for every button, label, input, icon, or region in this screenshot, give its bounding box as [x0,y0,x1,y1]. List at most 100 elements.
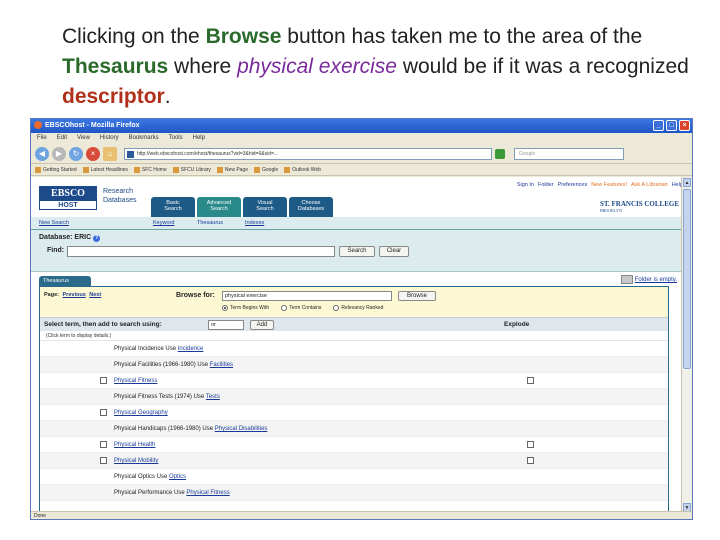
browse-button[interactable]: Browse [398,291,436,301]
term-link[interactable]: Physical Geography [114,410,168,416]
browser-window: EBSCOhost - Mozilla Firefox _ □ × File Ed… [30,118,693,520]
explode-checkbox[interactable] [527,441,534,448]
stop-button[interactable]: × [86,146,100,161]
ebsco-logo[interactable]: EBSCO HOST [39,186,97,210]
sign-in-link[interactable]: Sign In [517,182,534,188]
term-link[interactable]: Tests [206,394,220,400]
menu-bar: File Edit View History Bookmarks Tools Help [31,133,692,144]
term-link[interactable]: Physical Mobility [114,458,158,464]
clear-button[interactable]: Clear [379,246,409,257]
menu-item[interactable]: Bookmarks [129,133,159,144]
menu-item[interactable]: Tools [169,133,183,144]
explode-checkbox[interactable] [527,377,534,384]
term-row: Physical Handicaps (1966-1980) Use Physi… [40,421,668,437]
browser-search-input[interactable]: Google [514,147,624,160]
bookmark-item[interactable]: New Page [217,164,248,175]
radio-relevancy[interactable]: Relevancy Ranked [333,305,383,311]
find-input[interactable] [67,246,335,257]
term-row: Physical Fitness Tests (1974) Use Tests [40,389,668,405]
term-checkbox[interactable] [100,457,107,464]
top-links: Sign In Folder Preferences New Features!… [517,182,683,188]
term-link[interactable]: Facilities [210,362,233,368]
menu-item[interactable]: History [100,133,119,144]
maximize-button[interactable]: □ [666,120,677,131]
caption-text-3: where [168,55,238,78]
help-icon[interactable]: ? [93,235,101,242]
caption-text-1: Clicking on the [62,25,206,48]
new-search-link[interactable]: New Search [39,217,69,230]
term-link[interactable]: Incidence [178,346,204,352]
bookmark-item[interactable]: Google [254,164,278,175]
caption-thesaurus: Thesaurus [62,55,169,78]
add-button[interactable]: Add [250,320,274,330]
term-row: Physical Geography [40,405,668,421]
explode-header: Explode [504,321,530,328]
site-favicon [127,150,134,158]
folder-empty-link[interactable]: Folder is empty. [621,275,677,284]
radio-term-begins[interactable]: Term Begins With [222,305,269,311]
vertical-scrollbar[interactable]: ▲ ▼ [681,177,692,513]
home-button[interactable]: ⌂ [103,146,117,161]
forward-button[interactable]: ▶ [52,146,66,161]
term-text: Physical Performance Use Physical Fitnes… [114,485,230,501]
term-row: Physical Fitness [40,373,668,389]
term-list: Physical Incidence Use Incidence Physical… [40,341,668,501]
menu-item[interactable]: View [77,133,90,144]
term-link[interactable]: Physical Fitness [114,378,157,384]
close-button[interactable]: × [679,120,690,131]
menu-item[interactable]: Edit [57,133,67,144]
term-row: Physical Incidence Use Incidence [40,341,668,357]
radio-term-contains[interactable]: Term Contains [281,305,321,311]
term-prefix: Physical Fitness Tests (1974) Use [114,394,206,400]
thesaurus-area: Thesaurus Folder is empty. Page: Previou… [31,272,683,513]
menu-item[interactable]: File [37,133,47,144]
scroll-thumb[interactable] [683,189,691,369]
term-link[interactable]: Physical Fitness [186,490,229,496]
research-databases-label: Research Databases [103,188,137,204]
term-prefix: Physical Handicaps (1966-1980) Use [114,426,215,432]
caption-text-5: . [164,85,171,108]
go-button[interactable] [495,148,505,159]
boolean-select[interactable]: or [208,320,244,330]
previous-link[interactable]: Previous [63,292,86,298]
window-title: EBSCOhost - Mozilla Firefox [45,122,140,129]
menu-item[interactable]: Help [193,133,205,144]
window-controls: _ □ × [653,120,690,131]
explode-checkbox[interactable] [527,457,534,464]
bookmark-item[interactable]: Outlook Web [284,164,321,175]
indexes-link[interactable]: Indexes [245,217,264,230]
address-bar[interactable]: http://web.ebscohost.com/ehost/thesaurus… [124,147,492,160]
term-checkbox[interactable] [100,377,107,384]
bookmark-item[interactable]: SFC Home [134,164,167,175]
tab-basic-search[interactable]: Basic Search [151,197,195,217]
keyword-link[interactable]: Keyword [153,217,174,230]
term-checkbox[interactable] [100,441,107,448]
ebsco-header: EBSCO HOST Research Databases Basic Searc… [31,177,683,217]
minimize-button[interactable]: _ [653,120,664,131]
browse-options: Term Begins With Term Contains Relevancy… [222,305,383,311]
tab-visual-search[interactable]: Visual Search [243,197,287,217]
search-button[interactable]: Search [339,246,375,257]
thesaurus-link[interactable]: Thesaurus [197,217,223,230]
tab-advanced-search[interactable]: Advanced Search [197,197,241,217]
new-features-link[interactable]: New Features! [591,182,627,188]
folder-link[interactable]: Folder [538,182,554,188]
browse-input[interactable]: physical exercise [222,291,392,301]
bookmark-item[interactable]: Getting Started [35,164,77,175]
bookmark-item[interactable]: Latest Headlines [83,164,128,175]
term-checkbox[interactable] [100,409,107,416]
reload-button[interactable]: ↻ [69,146,83,161]
term-link[interactable]: Optics [169,474,186,480]
back-button[interactable]: ◀ [35,146,49,161]
thesaurus-tab[interactable]: Thesaurus [39,276,91,286]
ask-librarian-link[interactable]: Ask A Librarian [631,182,668,188]
term-row: Physical Health [40,437,668,453]
term-link[interactable]: Physical Disabilities [215,426,268,432]
bookmark-item[interactable]: SFCU Library [173,164,211,175]
preferences-link[interactable]: Preferences [558,182,588,188]
tab-choose-databases[interactable]: Choose Databases [289,197,333,217]
term-link[interactable]: Physical Health [114,442,155,448]
scroll-up-arrow[interactable]: ▲ [683,178,691,187]
term-row: Physical Optics Use Optics [40,469,668,485]
next-link[interactable]: Next [89,292,101,298]
